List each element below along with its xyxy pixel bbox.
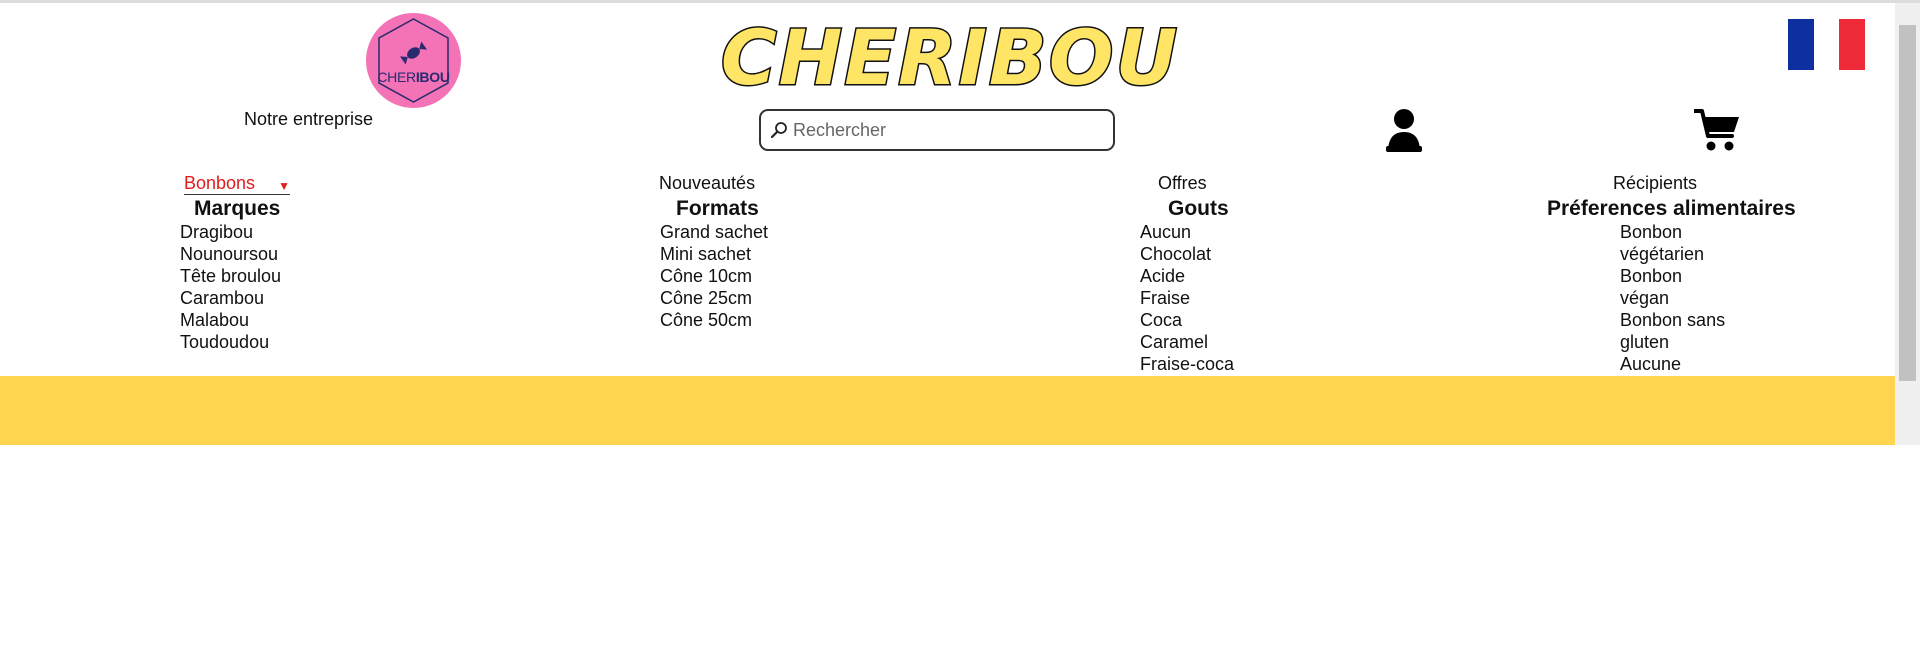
about-link[interactable]: Notre entreprise — [244, 109, 373, 130]
nav-item-recipients[interactable]: Récipients — [1613, 173, 1697, 194]
logo-text-light: CHER — [377, 69, 416, 85]
nav-item-bonbons[interactable]: Bonbons ▼ — [184, 173, 290, 195]
cart-icon[interactable] — [1694, 108, 1740, 152]
column-heading: Préferences alimentaires — [1547, 197, 1796, 220]
list-item[interactable]: Bonbon — [1620, 265, 1796, 287]
browser-top-border — [0, 0, 1920, 3]
list-item[interactable]: Bonbon — [1620, 221, 1796, 243]
dropdown-column-preferences: Préferences alimentaires Bonbon végétari… — [0, 197, 1796, 375]
nav-item-offres[interactable]: Offres — [1158, 173, 1207, 194]
search-icon — [770, 122, 787, 139]
search-box[interactable] — [759, 109, 1115, 151]
scrollbar-thumb[interactable] — [1899, 25, 1916, 381]
list-item[interactable]: végan — [1620, 287, 1796, 309]
logo[interactable]: CHERIBOU — [366, 13, 461, 108]
list-item[interactable]: végétarien — [1620, 243, 1796, 265]
logo-text: CHERIBOU — [366, 69, 461, 85]
nav-item-label: Bonbons — [184, 173, 256, 193]
content-band — [0, 376, 1895, 445]
brand-title[interactable]: CHERIBOU — [719, 8, 1180, 104]
flag-white-stripe — [1813, 19, 1840, 70]
brand-title-text: CHERIBOU — [721, 13, 1179, 102]
logo-text-bold: IBOU — [415, 69, 450, 85]
list-item[interactable]: gluten — [1620, 331, 1796, 353]
search-input[interactable] — [793, 119, 1093, 141]
flag-blue-stripe — [1788, 19, 1814, 70]
candy-hexagon-icon — [378, 18, 449, 103]
scrollbar[interactable] — [1895, 3, 1920, 445]
nav-item-nouveautes[interactable]: Nouveautés — [659, 173, 755, 194]
list-item[interactable]: Aucune — [1620, 353, 1796, 375]
flag-red-stripe — [1839, 19, 1866, 70]
list-item[interactable]: Bonbon sans — [1620, 309, 1796, 331]
brand-title-svg: CHERIBOU — [719, 12, 1178, 104]
flag-fr-icon[interactable] — [1788, 19, 1866, 70]
chevron-down-icon: ▼ — [278, 179, 290, 193]
user-icon[interactable] — [1386, 108, 1422, 152]
column-list: Bonbon végétarien Bonbon végan Bonbon sa… — [1620, 221, 1796, 375]
